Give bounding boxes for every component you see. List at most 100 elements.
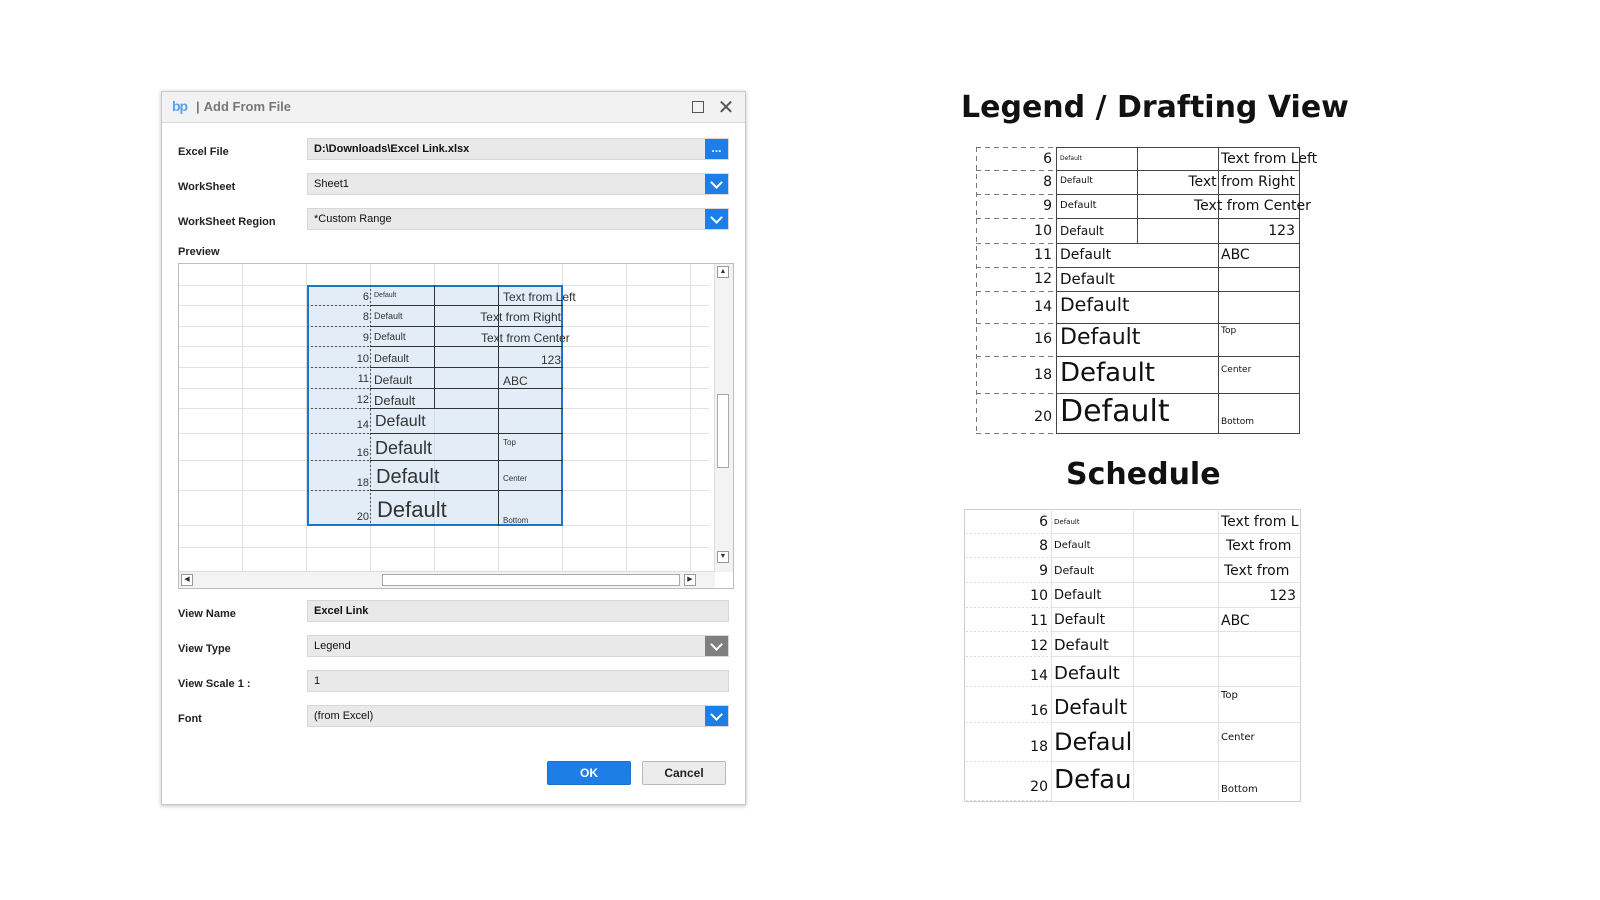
schedule-row-number: 12 [1030, 638, 1048, 654]
add-from-file-dialog: bp | Add From File ✕ Excel File D:\Downlo… [161, 91, 746, 805]
schedule-font-cell: Defau [1054, 765, 1132, 795]
schedule-text-cell: Text from [1226, 538, 1292, 554]
font-cell: Default [375, 438, 433, 458]
selected-range[interactable]: 6 8 9 10 11 12 14 16 18 20 Default Defau… [307, 285, 576, 526]
maximize-icon[interactable] [687, 96, 709, 118]
row-number: 20 [356, 511, 369, 523]
row-number: 11 [357, 373, 369, 385]
schedule-text-cell: Text from [1224, 563, 1290, 579]
legend-text-cell: Text from Left [1221, 151, 1318, 167]
row-number: 9 [362, 332, 369, 344]
legend-text-cell: Top [1221, 326, 1237, 336]
text-cell: Center [503, 474, 528, 483]
chevron-down-icon[interactable] [705, 636, 728, 656]
preview-label: Preview [178, 246, 220, 258]
font-cell: Default [376, 466, 440, 488]
legend-text-cell: ABC [1221, 247, 1250, 263]
schedule-row-number: 10 [1030, 588, 1048, 604]
excel-file-value: D:\Downloads\Excel Link.xlsx [314, 143, 470, 155]
legend-row-number: 8 [1043, 174, 1052, 190]
browse-button[interactable]: ... [705, 139, 728, 159]
schedule-row-number: 6 [1039, 514, 1048, 530]
legend-view-table: 6 8 9 10 11 12 14 16 18 20 Default Defau… [976, 147, 1317, 434]
title-separator: | [196, 99, 200, 114]
preview-grid[interactable]: 6 8 9 10 11 12 14 16 18 20 Default Defau… [178, 263, 734, 589]
schedule-text-cell: Bottom [1221, 784, 1258, 795]
cancel-button[interactable]: Cancel [642, 761, 726, 785]
schedule-row-number: 14 [1030, 668, 1048, 684]
legend-row-number: 11 [1034, 247, 1052, 263]
schedule-row-number: 8 [1039, 538, 1048, 554]
legend-font-cell: Default [1060, 200, 1097, 211]
schedule-title: Schedule [1066, 457, 1221, 492]
excel-file-field[interactable]: D:\Downloads\Excel Link.xlsx ... [307, 138, 729, 160]
font-cell: Default [374, 311, 403, 321]
legend-font-cell: Default [1060, 155, 1082, 162]
schedule-font-cell: Default [1054, 540, 1091, 551]
scroll-right-icon[interactable]: ▶ [684, 574, 696, 586]
font-cell: Default [374, 332, 406, 343]
chevron-down-icon[interactable] [705, 209, 728, 229]
legend-text-cell: Bottom [1221, 417, 1255, 427]
text-cell: Text from Center [481, 331, 570, 345]
schedule-font-cell: Default [1054, 663, 1120, 684]
text-cell: ABC [503, 374, 528, 388]
legend-text-cell: Text from Center [1194, 198, 1311, 214]
text-cell: Text from Right [480, 310, 561, 324]
schedule-text-cell: ABC [1221, 613, 1250, 629]
row-number: 6 [362, 291, 369, 303]
close-icon[interactable]: ✕ [715, 96, 737, 119]
view-scale-label: View Scale 1 : [178, 678, 251, 690]
legend-row-number: 20 [1034, 409, 1052, 425]
legend-row-number: 18 [1034, 367, 1052, 383]
excel-file-label: Excel File [178, 146, 229, 158]
legend-row-number: 16 [1034, 331, 1052, 347]
horizontal-scrollbar[interactable]: ◀ ▶ [179, 571, 715, 588]
schedule-font-cell: Default [1054, 518, 1080, 526]
schedule-table: 6 8 9 10 11 12 14 16 18 20 Default Defau… [964, 509, 1301, 802]
ok-button[interactable]: OK [547, 761, 631, 785]
scroll-down-icon[interactable]: ▼ [717, 551, 729, 563]
view-name-value: Excel Link [314, 605, 369, 617]
schedule-row-number: 11 [1030, 613, 1048, 629]
font-label: Font [178, 713, 202, 725]
schedule-font-cell: Default [1054, 588, 1102, 603]
legend-text-cell: Center [1221, 365, 1252, 375]
schedule-font-cell: Default [1054, 612, 1106, 628]
legend-view-title: Legend / Drafting View [961, 90, 1349, 125]
font-cell: Default [375, 413, 426, 430]
chevron-down-icon[interactable] [705, 174, 728, 194]
view-type-label: View Type [178, 643, 231, 655]
view-name-input[interactable]: Excel Link [307, 600, 729, 622]
legend-font-cell: Default [1060, 224, 1104, 238]
font-select[interactable]: (from Excel) [307, 705, 729, 727]
worksheet-label: WorkSheet [178, 181, 236, 193]
schedule-text-cell: 123 [1269, 588, 1296, 604]
schedule-font-cell: Defaul [1054, 728, 1133, 756]
view-scale-input[interactable]: 1 [307, 670, 729, 692]
schedule-text-cell: Text from L [1221, 514, 1299, 530]
schedule-row-number: 20 [1030, 779, 1048, 795]
legend-font-cell: Default [1060, 358, 1155, 388]
text-cell: Text from Left [503, 290, 576, 304]
scroll-up-icon[interactable]: ▲ [717, 266, 729, 278]
horizontal-scroll-thumb[interactable] [382, 574, 680, 586]
legend-font-cell: Default [1060, 270, 1115, 288]
chevron-down-icon[interactable] [705, 706, 728, 726]
view-type-value: Legend [314, 640, 351, 652]
scroll-left-icon[interactable]: ◀ [181, 574, 193, 586]
schedule-row-number: 9 [1039, 563, 1048, 579]
worksheet-region-select[interactable]: *Custom Range [307, 208, 729, 230]
legend-row-number: 14 [1034, 299, 1052, 315]
worksheet-select[interactable]: Sheet1 [307, 173, 729, 195]
font-cell: Default [374, 373, 413, 387]
vertical-scrollbar[interactable]: ▲ ▼ [714, 264, 733, 572]
vertical-scroll-thumb[interactable] [717, 394, 729, 468]
text-cell: 123 [540, 353, 561, 367]
row-number: 8 [362, 311, 369, 323]
schedule-font-cell: Default [1054, 695, 1128, 719]
text-cell: Bottom [503, 516, 529, 525]
view-type-select[interactable]: Legend [307, 635, 729, 657]
text-cell: Top [503, 438, 516, 447]
worksheet-region-value: *Custom Range [314, 213, 392, 225]
